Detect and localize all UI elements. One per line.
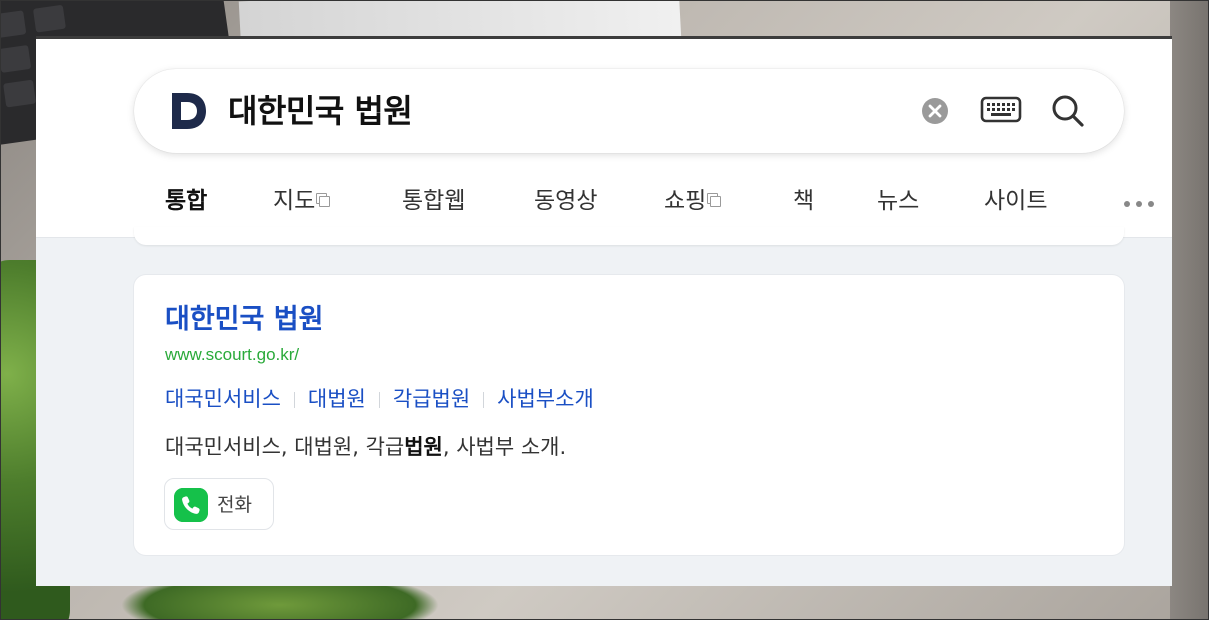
new-window-icon	[707, 193, 722, 207]
more-icon[interactable]	[1124, 199, 1158, 209]
search-box[interactable]: 대한민국 법원	[134, 69, 1124, 153]
search-header: 대한민국 법원 통합 지도 통합웹 동영상 쇼핑 책 뉴스 사이트	[36, 39, 1172, 239]
divider	[483, 392, 485, 408]
previous-result-card	[134, 227, 1124, 245]
tab-web[interactable]: 통합웹	[402, 183, 465, 223]
sitelinks: 대국민서비스 대법원 각급법원 사법부소개	[165, 383, 594, 413]
clear-icon[interactable]	[921, 97, 949, 125]
tab-map[interactable]: 지도	[273, 183, 331, 223]
tab-book[interactable]: 책	[793, 183, 814, 223]
sitelink-courts[interactable]: 각급법원	[393, 387, 470, 411]
highlighted-keyword: 법원	[404, 435, 443, 459]
new-window-icon	[316, 193, 331, 207]
search-icon[interactable]	[1048, 91, 1088, 131]
tab-shopping[interactable]: 쇼핑	[664, 183, 722, 223]
search-input[interactable]: 대한민국 법원	[228, 89, 413, 133]
result-url-link[interactable]: www.scourt.go.kr/	[165, 345, 299, 365]
sitelink-public-service[interactable]: 대국민서비스	[165, 387, 281, 411]
call-button-label: 전화	[217, 494, 252, 516]
phone-icon	[174, 488, 208, 522]
result-description: 대국민서비스, 대법원, 각급법원, 사법부 소개.	[165, 435, 567, 459]
result-title-link[interactable]: 대한민국 법원	[165, 297, 323, 336]
tab-news[interactable]: 뉴스	[877, 183, 919, 223]
sitelink-supreme-court[interactable]: 대법원	[308, 387, 366, 411]
divider	[378, 392, 380, 408]
keyboard-icon[interactable]	[980, 95, 1022, 125]
tab-video[interactable]: 동영상	[534, 183, 597, 223]
divider	[293, 392, 295, 408]
search-results-panel: 대한민국 법원 통합 지도 통합웹 동영상 쇼핑 책 뉴스 사이트 대한민국 법…	[36, 36, 1172, 586]
tab-site[interactable]: 사이트	[984, 183, 1047, 223]
tab-integrated[interactable]: 통합	[165, 183, 208, 239]
sitelink-judiciary-intro[interactable]: 사법부소개	[497, 387, 594, 411]
result-card: 대한민국 법원 www.scourt.go.kr/ 대국민서비스 대법원 각급법원 사…	[134, 275, 1124, 555]
daum-logo[interactable]	[170, 91, 208, 131]
call-button[interactable]: 전화	[164, 478, 274, 530]
